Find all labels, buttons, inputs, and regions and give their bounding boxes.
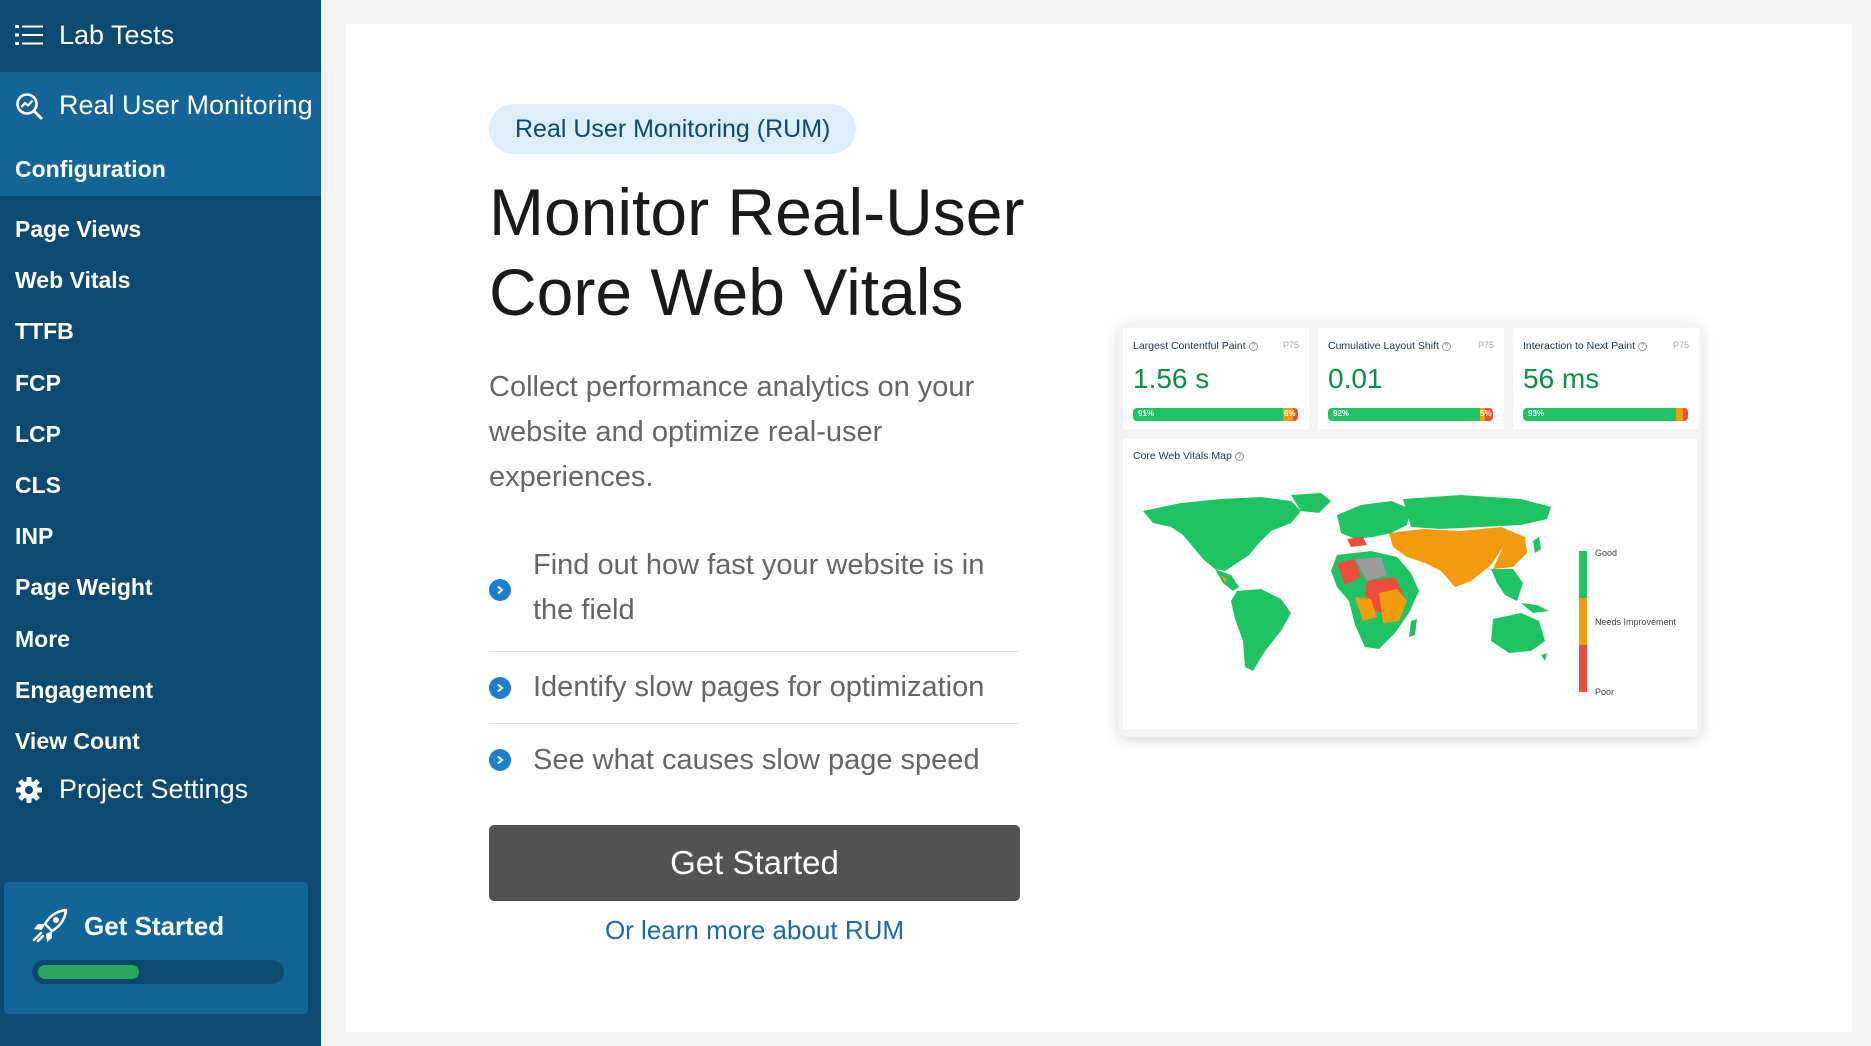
learn-more-link[interactable]: Or learn more about RUM <box>489 915 1020 946</box>
nav-project-settings-label: Project Settings <box>59 774 249 804</box>
legend-ni-label: Needs Improvement <box>1595 617 1677 627</box>
bar-poor <box>1683 408 1688 421</box>
legend-poor-segment <box>1579 645 1587 692</box>
map-title: Core Web Vitals Map? <box>1133 450 1244 462</box>
metric-percentile: P75 <box>1672 340 1689 350</box>
metric-percentile: P75 <box>1477 340 1494 350</box>
rum-section: Real User Monitoring Configuration <box>0 72 321 196</box>
get-started-card[interactable]: Get Started <box>4 882 308 1014</box>
get-started-progress-fill <box>38 965 139 979</box>
nav-configuration[interactable]: Configuration <box>15 156 166 183</box>
main-panel: Real User Monitoring (RUM) Monitor Real-… <box>346 24 1852 1032</box>
metric-value: 0.01 <box>1328 363 1383 394</box>
get-started-card-header: Get Started <box>30 908 224 944</box>
metric-value: 56 ms <box>1523 363 1600 394</box>
bar-good <box>1133 408 1284 421</box>
nav-item-more[interactable]: More <box>15 614 153 665</box>
metric-distribution-bar <box>1523 408 1688 421</box>
rum-sub-nav: Page Views Web Vitals TTFB FCP LCP CLS I… <box>15 204 153 767</box>
lead-paragraph: Collect performance analytics on your we… <box>489 371 975 493</box>
bar-ni-label: 6% <box>1284 409 1296 418</box>
nav-item-inp[interactable]: INP <box>15 511 153 562</box>
nav-item-engagement[interactable]: Engagement <box>15 665 153 716</box>
nav-lab-tests[interactable]: Lab Tests <box>0 0 321 70</box>
feature-item: Find out how fast your website is in the… <box>489 524 1019 652</box>
chevron-right-circle-icon <box>489 578 511 601</box>
map-legend-bar <box>1579 551 1587 692</box>
metric-distribution-bar <box>1133 408 1298 421</box>
bar-good-label: 91% <box>1138 409 1155 418</box>
legend-ni-segment <box>1579 598 1587 645</box>
bar-poor-label: 5% <box>1480 409 1492 418</box>
bar-good <box>1328 408 1480 421</box>
feature-list: Find out how fast your website is in the… <box>489 524 1019 796</box>
legend-good-segment <box>1579 551 1587 598</box>
metric-distribution-bar <box>1328 408 1493 421</box>
page-title-line-1: Monitor Real-User <box>489 175 1025 249</box>
legend-good-label: Good <box>1595 548 1618 558</box>
help-icon: ? <box>1234 451 1244 461</box>
metric-title: Interaction to Next Paint? <box>1523 340 1648 352</box>
rum-badge: Real User Monitoring (RUM) <box>489 104 857 154</box>
metric-title: Largest Contentful Paint? <box>1133 340 1258 352</box>
get-started-progress <box>32 960 284 984</box>
sidebar: Lab Tests Real User Monitoring Configura… <box>0 0 321 1046</box>
help-icon: ? <box>1638 341 1648 351</box>
nav-item-fcp[interactable]: FCP <box>15 358 153 409</box>
metric-title: Cumulative Layout Shift? <box>1328 340 1451 352</box>
chevron-right-circle-icon <box>489 676 511 699</box>
world-map <box>1143 493 1551 671</box>
search-chart-icon <box>15 92 43 120</box>
nav-item-page-weight[interactable]: Page Weight <box>15 562 153 613</box>
rocket-icon <box>30 908 70 944</box>
metric-card-cls: Cumulative Layout Shift? P75 0.01 92% 5% <box>1318 328 1504 429</box>
metric-value: 1.56 s <box>1133 363 1210 394</box>
core-web-vitals-map-card: Core Web Vitals Map? Good Needs Improvem… <box>1123 439 1697 729</box>
nav-rum[interactable]: Real User Monitoring <box>15 90 313 121</box>
nav-item-lcp[interactable]: LCP <box>15 409 153 460</box>
feature-text: See what causes slow page speed <box>533 743 980 776</box>
help-icon: ? <box>1248 341 1258 351</box>
bar-good <box>1523 408 1677 421</box>
nav-item-cls[interactable]: CLS <box>15 460 153 511</box>
feature-item: See what causes slow page speed <box>489 724 1019 796</box>
feature-item: Identify slow pages for optimization <box>489 652 1019 724</box>
get-started-card-label: Get Started <box>84 910 225 941</box>
nav-lab-tests-label: Lab Tests <box>59 19 175 50</box>
metric-card-lcp: Largest Contentful Paint? P75 1.56 s 91%… <box>1123 328 1309 429</box>
metric-percentile: P75 <box>1282 340 1299 350</box>
dashboard-preview: Largest Contentful Paint? P75 1.56 s 91%… <box>1118 323 1702 737</box>
bar-needs-improvement <box>1676 408 1684 421</box>
feature-text: Identify slow pages for optimization <box>533 671 985 703</box>
legend-poor-label: Poor <box>1595 687 1615 697</box>
feature-text: Find out how fast your website is in the… <box>533 548 985 626</box>
gear-icon <box>15 776 43 804</box>
page-title-line-2: Core Web Vitals <box>489 255 964 329</box>
nav-item-view-count[interactable]: View Count <box>15 716 153 767</box>
list-icon <box>15 21 43 49</box>
nav-item-ttfb[interactable]: TTFB <box>15 306 153 357</box>
nav-item-page-views[interactable]: Page Views <box>15 204 153 255</box>
metric-card-inp: Interaction to Next Paint? P75 56 ms 93% <box>1513 328 1699 429</box>
get-started-button[interactable]: Get Started <box>489 825 1020 901</box>
page-title: Monitor Real-User Core Web Vitals <box>489 172 1049 332</box>
bar-good-label: 93% <box>1528 409 1545 418</box>
bar-good-label: 92% <box>1333 409 1350 418</box>
help-icon: ? <box>1441 341 1451 351</box>
chevron-right-circle-icon <box>489 749 511 771</box>
nav-item-web-vitals[interactable]: Web Vitals <box>15 255 153 306</box>
nav-project-settings[interactable]: Project Settings <box>15 774 248 805</box>
nav-rum-label: Real User Monitoring <box>59 90 313 120</box>
